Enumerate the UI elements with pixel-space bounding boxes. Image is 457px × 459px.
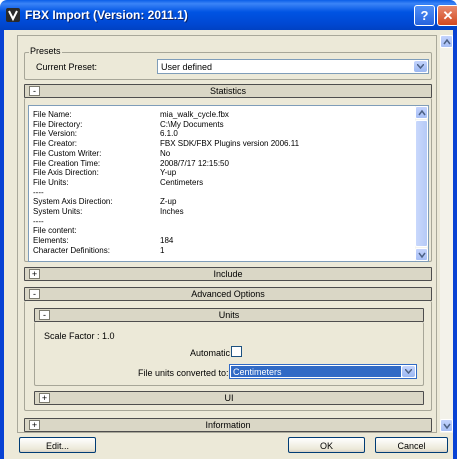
statistics-value: Z-up: [160, 197, 177, 207]
window-title: FBX Import (Version: 2011.1): [25, 8, 188, 22]
statistics-scroll-up[interactable]: [415, 106, 428, 119]
units-converted-label: File units converted to:: [138, 368, 229, 378]
statistics-scroll-thumb[interactable]: [415, 120, 428, 247]
chevron-down-icon: [417, 64, 424, 69]
statistics-title: Statistics: [209, 86, 246, 96]
advanced-options-toggle[interactable]: -: [29, 289, 40, 299]
scroll-up-button[interactable]: [440, 35, 453, 48]
close-button[interactable]: ✕: [437, 5, 457, 26]
statistics-value: Inches: [160, 207, 184, 216]
statistics-textbox[interactable]: File Name: mia_walk_cycle.fbx File Directo…: [28, 105, 429, 262]
help-button[interactable]: ?: [414, 5, 435, 26]
ui-rollout-header[interactable]: UI +: [34, 391, 424, 405]
statistics-toggle[interactable]: -: [29, 86, 40, 96]
dropdown-button[interactable]: [414, 61, 427, 72]
include-rollout-header[interactable]: Include +: [24, 267, 432, 281]
units-converted-dropdown[interactable]: Centimeters: [229, 364, 417, 379]
edit-label: Edit...: [45, 441, 69, 451]
statistics-key: ----: [33, 216, 44, 226]
ok-button[interactable]: OK: [288, 437, 365, 453]
statistics-key: File Units:: [33, 177, 69, 187]
automatic-checkbox[interactable]: [231, 346, 242, 357]
dialog-button-bar: Edit... OK Cancel: [4, 435, 453, 459]
statistics-key: System Axis Direction:: [33, 197, 113, 207]
statistics-value: No: [160, 148, 171, 158]
advanced-options-title: Advanced Options: [191, 289, 265, 299]
statistics-key: Character Definitions:: [33, 245, 110, 255]
statistics-value: 1: [160, 245, 165, 255]
statistics-key: ----: [33, 187, 44, 197]
close-icon: ✕: [442, 8, 454, 23]
statistics-scrollbar[interactable]: [415, 106, 428, 261]
include-toggle[interactable]: +: [29, 269, 40, 279]
automatic-label: Automatic: [190, 348, 231, 358]
statistics-key: Elements:: [33, 236, 69, 246]
statistics-scroll-down[interactable]: [415, 248, 428, 261]
ui-toggle[interactable]: +: [39, 393, 50, 403]
panel-scrollbar[interactable]: [440, 35, 453, 433]
statistics-key: File Custom Writer:: [33, 148, 102, 158]
statistics-value: Centimeters: [160, 177, 204, 187]
cancel-label: Cancel: [397, 441, 426, 451]
statistics-key: File Creation Time:: [33, 158, 101, 168]
cancel-button[interactable]: Cancel: [375, 437, 448, 453]
statistics-key: File Directory:: [33, 119, 83, 129]
presets-legend: Presets: [29, 46, 62, 56]
include-title: Include: [213, 269, 243, 279]
current-preset-dropdown[interactable]: User defined: [157, 59, 429, 74]
statistics-value: Y-up: [160, 168, 177, 178]
title-bar[interactable]: FBX Import (Version: 2011.1) ? ✕: [0, 0, 457, 30]
information-toggle[interactable]: +: [29, 420, 40, 430]
chevron-down-icon: [418, 252, 426, 259]
chevron-up-icon: [418, 109, 426, 116]
current-preset-value: User defined: [161, 62, 213, 72]
help-icon: ?: [420, 8, 429, 23]
app-icon: [6, 8, 20, 22]
current-preset-label: Current Preset:: [36, 62, 98, 72]
units-converted-value: Centimeters: [233, 367, 282, 377]
statistics-key: File Version:: [33, 129, 78, 139]
dropdown-button[interactable]: [402, 366, 415, 377]
edit-button[interactable]: Edit...: [19, 437, 96, 453]
statistics-value: C:\My Documents: [160, 119, 224, 129]
statistics-scroll-track[interactable]: [415, 106, 428, 261]
scroll-down-button[interactable]: [440, 419, 453, 432]
statistics-key: File Creator:: [33, 139, 78, 149]
window-frame-right: [453, 30, 457, 459]
statistics-key: File content:: [33, 226, 77, 236]
information-rollout-header[interactable]: Information +: [24, 418, 432, 432]
advanced-options-rollout-header[interactable]: Advanced Options -: [24, 287, 432, 301]
statistics-value: 2008/7/17 12:15:50: [160, 158, 229, 168]
statistics-value: 184: [160, 236, 174, 246]
statistics-key: File Axis Direction:: [33, 168, 99, 178]
ok-label: OK: [319, 441, 333, 451]
chevron-up-icon: [443, 38, 451, 45]
statistics-value: FBX SDK/FBX Plugins version 2006.11: [160, 139, 300, 149]
statistics-key: File Name:: [33, 110, 72, 119]
statistics-rollout-header[interactable]: Statistics -: [24, 84, 432, 98]
statistics-value: 6.1.0: [160, 129, 178, 139]
units-toggle[interactable]: -: [39, 310, 50, 320]
scale-factor-text: Scale Factor : 1.0: [44, 331, 115, 341]
information-title: Information: [205, 420, 251, 430]
statistics-value: mia_walk_cycle.fbx: [160, 110, 229, 119]
chevron-down-icon: [405, 369, 412, 374]
units-rollout-header[interactable]: Units -: [34, 308, 424, 322]
statistics-key: System Units:: [33, 207, 83, 216]
units-title: Units: [218, 310, 240, 320]
ui-title: UI: [224, 393, 234, 403]
chevron-down-icon: [443, 423, 451, 430]
